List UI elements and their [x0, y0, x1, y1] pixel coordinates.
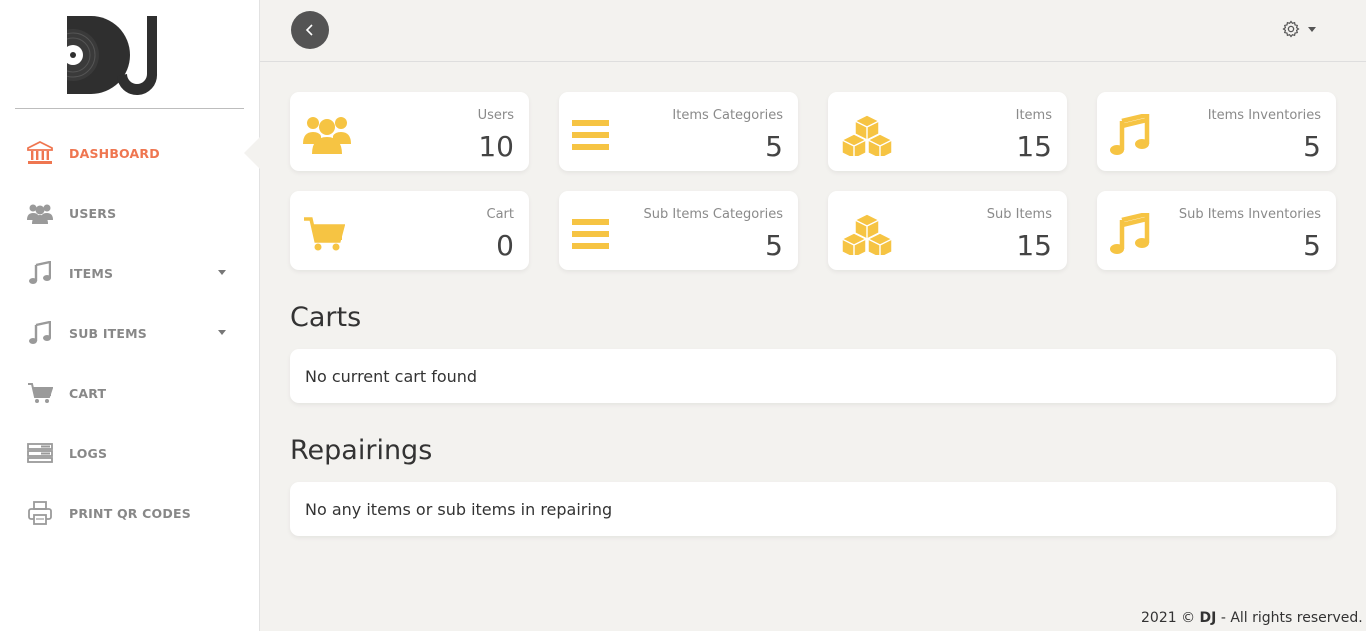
- sidebar-nav: DASHBOARD USERS ITEMS SUB ITEMS CART LOG…: [0, 123, 260, 543]
- stat-card-items-inventories[interactable]: Items Inventories 5: [1097, 92, 1336, 171]
- sidebar-item-label: CART: [69, 385, 107, 401]
- sidebar-item-label: PRINT QR CODES: [69, 505, 191, 521]
- back-button[interactable]: [291, 11, 329, 49]
- cart-icon: [27, 380, 53, 406]
- card-value: 0: [496, 229, 514, 262]
- server-icon: [27, 440, 53, 466]
- stat-card-items[interactable]: Items 15: [828, 92, 1067, 171]
- footer-prefix: 2021 ©: [1141, 610, 1200, 626]
- bank-icon: [27, 140, 53, 166]
- cart-icon: [303, 211, 355, 257]
- bars-icon: [572, 211, 624, 257]
- sidebar-item-dashboard[interactable]: DASHBOARD: [0, 123, 260, 183]
- card-title: Sub Items Categories: [643, 207, 783, 222]
- settings-dropdown[interactable]: [1282, 20, 1316, 38]
- bars-icon: [572, 112, 624, 158]
- card-value: 5: [765, 130, 783, 163]
- card-title: Sub Items: [986, 207, 1052, 222]
- music-note-icon: [27, 320, 53, 346]
- card-title: Items Categories: [672, 108, 783, 123]
- repairings-heading: Repairings: [290, 435, 433, 466]
- stat-card-cart[interactable]: Cart 0: [290, 191, 529, 270]
- chevron-left-icon: [305, 24, 313, 36]
- card-value: 15: [1016, 130, 1052, 163]
- carts-panel: No current cart found: [290, 349, 1336, 403]
- caret-down-icon: [218, 270, 226, 275]
- footer-brand: DJ: [1199, 610, 1217, 626]
- cubes-icon: [841, 112, 893, 158]
- card-value: 5: [1303, 130, 1321, 163]
- stat-card-sub-items-inventories[interactable]: Sub Items Inventories 5: [1097, 191, 1336, 270]
- sidebar-item-label: ITEMS: [69, 265, 114, 281]
- repairings-empty-message: No any items or sub items in repairing: [305, 499, 613, 519]
- card-title: Sub Items Inventories: [1178, 207, 1321, 222]
- stat-card-sub-items-categories[interactable]: Sub Items Categories 5: [559, 191, 798, 270]
- topbar: [260, 0, 1366, 62]
- card-title: Items: [1015, 108, 1052, 123]
- logo-area: [15, 0, 244, 109]
- music-note-icon: [1110, 211, 1162, 257]
- cubes-icon: [841, 211, 893, 257]
- card-title: Items Inventories: [1207, 108, 1321, 123]
- sidebar-item-label: DASHBOARD: [69, 145, 160, 161]
- printer-icon: [27, 500, 53, 526]
- card-title: Cart: [486, 207, 515, 222]
- sidebar-item-label: LOGS: [69, 445, 108, 461]
- card-value: 10: [478, 130, 514, 163]
- sidebar-item-label: USERS: [69, 205, 117, 221]
- sidebar-item-logs[interactable]: LOGS: [0, 423, 259, 483]
- stat-card-users[interactable]: Users 10: [290, 92, 529, 171]
- stat-card-sub-items[interactable]: Sub Items 15: [828, 191, 1067, 270]
- card-value: 5: [1303, 229, 1321, 262]
- sidebar-item-items[interactable]: ITEMS: [0, 243, 259, 303]
- card-value: 5: [765, 229, 783, 262]
- music-note-icon: [1110, 112, 1162, 158]
- carts-heading: Carts: [290, 302, 362, 333]
- caret-down-icon: [218, 330, 226, 335]
- sidebar: DASHBOARD USERS ITEMS SUB ITEMS CART LOG…: [0, 0, 260, 631]
- footer-suffix: - All rights reserved.: [1216, 610, 1363, 626]
- card-value: 15: [1016, 229, 1052, 262]
- sidebar-item-cart[interactable]: CART: [0, 363, 259, 423]
- footer: 2021 © DJ - All rights reserved.: [1141, 610, 1363, 626]
- card-title: Users: [477, 108, 514, 123]
- sidebar-item-label: SUB ITEMS: [69, 325, 147, 341]
- music-note-icon: [27, 260, 53, 286]
- sidebar-item-users[interactable]: USERS: [0, 183, 259, 243]
- carts-empty-message: No current cart found: [305, 366, 478, 386]
- repairings-panel: No any items or sub items in repairing: [290, 482, 1336, 536]
- active-indicator: [244, 137, 260, 169]
- sidebar-item-sub-items[interactable]: SUB ITEMS: [0, 303, 259, 363]
- gear-icon: [1282, 20, 1300, 38]
- users-icon: [27, 200, 53, 226]
- caret-down-icon: [1308, 26, 1316, 32]
- users-icon: [303, 112, 355, 158]
- stat-card-items-categories[interactable]: Items Categories 5: [559, 92, 798, 171]
- sidebar-item-print-qr-codes[interactable]: PRINT QR CODES: [0, 483, 259, 543]
- dj-logo[interactable]: [67, 16, 159, 96]
